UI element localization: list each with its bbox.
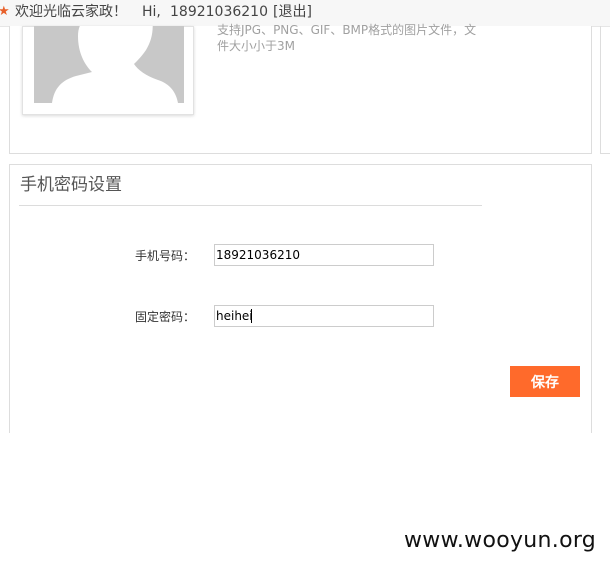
section-title: 手机密码设置 [20, 175, 122, 195]
logout-link[interactable]: [退出] [273, 0, 312, 24]
upload-hint: 支持JPG、PNG、GIF、BMP格式的图片文件，文件大小小于3M [217, 23, 477, 53]
text-caret [251, 309, 252, 323]
side-panel-edge [600, 26, 610, 154]
watermark: www.wooyun.org [404, 528, 597, 553]
phone-label: 手机号码： [135, 249, 196, 263]
greeting-text: Hi, [142, 4, 161, 20]
user-phone: 18921036210 [170, 4, 268, 20]
password-label: 固定密码： [135, 310, 196, 324]
avatar[interactable] [34, 26, 184, 103]
phone-input[interactable] [214, 244, 434, 266]
welcome-text: 欢迎光临云家政！ [15, 4, 127, 20]
save-button[interactable]: 保存 [510, 366, 580, 397]
title-divider [19, 205, 482, 206]
user-silhouette-icon [34, 26, 184, 103]
password-input[interactable] [214, 305, 434, 327]
star-icon: ★ [0, 4, 10, 19]
